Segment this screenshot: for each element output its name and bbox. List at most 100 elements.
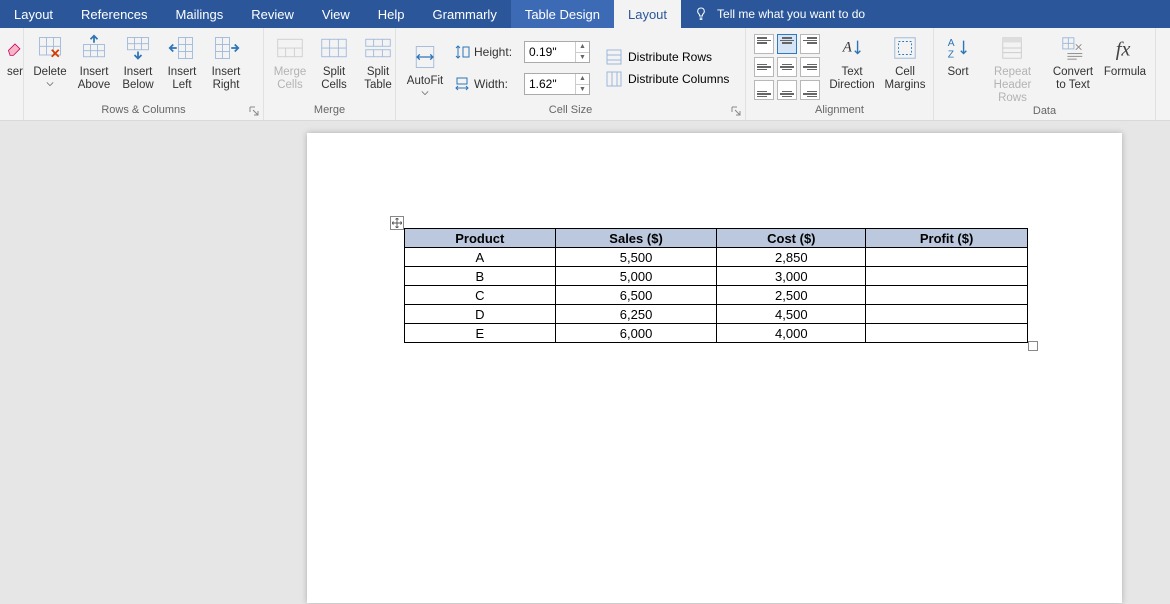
chevron-down-icon: [421, 90, 429, 96]
insert-right-button[interactable]: Insert Right: [204, 32, 248, 92]
autofit-label: AutoFit: [407, 75, 443, 88]
sort-button[interactable]: AZ Sort: [938, 32, 978, 79]
table-resize-handle[interactable]: [1028, 341, 1038, 351]
tab-layout-page[interactable]: Layout: [0, 0, 67, 28]
col-cost[interactable]: Cost ($): [717, 229, 866, 248]
tab-review[interactable]: Review: [237, 0, 308, 28]
insert-above-button[interactable]: Insert Above: [72, 32, 116, 92]
dialog-launcher-icon[interactable]: [249, 106, 259, 116]
repeat-header-rows-icon: [997, 32, 1029, 64]
formula-icon: fx: [1109, 32, 1141, 64]
insert-left-button[interactable]: Insert Left: [160, 32, 204, 92]
align-top-center[interactable]: [777, 34, 797, 54]
autofit-icon: [409, 41, 441, 73]
insert-below-button[interactable]: Insert Below: [116, 32, 160, 92]
cell-sales[interactable]: 6,500: [555, 286, 717, 305]
tab-references[interactable]: References: [67, 0, 161, 28]
align-bottom-left[interactable]: [754, 80, 774, 100]
cell-product[interactable]: E: [405, 324, 556, 343]
cell-sales[interactable]: 6,250: [555, 305, 717, 324]
cell-cost[interactable]: 2,850: [717, 248, 866, 267]
cell-product[interactable]: D: [405, 305, 556, 324]
text-direction-button[interactable]: A Text Direction: [824, 32, 880, 92]
text-direction-label: Text Direction: [829, 66, 874, 92]
split-table-button[interactable]: Split Table: [356, 32, 400, 92]
svg-text:A: A: [948, 38, 955, 49]
cell-sales[interactable]: 5,500: [555, 248, 717, 267]
page: [307, 133, 1122, 603]
width-input[interactable]: ▲▼: [524, 73, 590, 95]
split-cells-icon: [318, 32, 350, 64]
tab-grammarly[interactable]: Grammarly: [419, 0, 511, 28]
tab-table-design[interactable]: Table Design: [511, 0, 614, 28]
cell-cost[interactable]: 4,500: [717, 305, 866, 324]
align-bottom-right[interactable]: [800, 80, 820, 100]
tab-view[interactable]: View: [308, 0, 364, 28]
width-spin-down[interactable]: ▼: [576, 85, 589, 95]
split-cells-button[interactable]: Split Cells: [312, 32, 356, 92]
cell-profit[interactable]: [866, 267, 1028, 286]
cell-profit[interactable]: [866, 248, 1028, 267]
cell-profit[interactable]: [866, 305, 1028, 324]
cell-sales[interactable]: 6,000: [555, 324, 717, 343]
height-spin-down[interactable]: ▼: [576, 53, 589, 63]
align-center-right[interactable]: [800, 57, 820, 77]
align-center-left[interactable]: [754, 57, 774, 77]
merge-cells-button: Merge Cells: [268, 32, 312, 92]
align-top-left[interactable]: [754, 34, 774, 54]
distribute-columns-label: Distribute Columns: [628, 72, 729, 86]
rows-columns-group-label: Rows & Columns: [101, 104, 185, 116]
align-bottom-center[interactable]: [777, 80, 797, 100]
cell-product[interactable]: A: [405, 248, 556, 267]
align-top-right[interactable]: [800, 34, 820, 54]
data-table[interactable]: Product Sales ($) Cost ($) Profit ($) A …: [404, 228, 1028, 343]
cell-product[interactable]: C: [405, 286, 556, 305]
cell-sales[interactable]: 5,000: [555, 267, 717, 286]
dialog-launcher-icon[interactable]: [731, 106, 741, 116]
eraser-label: ser: [7, 66, 23, 79]
tab-help[interactable]: Help: [364, 0, 419, 28]
sort-icon: AZ: [942, 32, 974, 64]
height-field[interactable]: [525, 42, 575, 62]
insert-above-icon: [78, 32, 110, 64]
distribute-rows-label: Distribute Rows: [628, 50, 712, 64]
tab-mailings[interactable]: Mailings: [162, 0, 238, 28]
tell-me-search[interactable]: Tell me what you want to do: [681, 0, 877, 28]
height-input[interactable]: ▲▼: [524, 41, 590, 63]
height-spin-up[interactable]: ▲: [576, 42, 589, 53]
split-table-icon: [362, 32, 394, 64]
tab-table-layout[interactable]: Layout: [614, 0, 681, 28]
svg-text:fx: fx: [1116, 38, 1131, 60]
cell-size-group-label: Cell Size: [549, 104, 592, 116]
table-row[interactable]: C 6,500 2,500: [405, 286, 1028, 305]
cell-margins-button[interactable]: Cell Margins: [880, 32, 930, 92]
table-header-row[interactable]: Product Sales ($) Cost ($) Profit ($): [405, 229, 1028, 248]
table-move-handle[interactable]: [390, 216, 404, 230]
table-row[interactable]: D 6,250 4,500: [405, 305, 1028, 324]
table-row[interactable]: E 6,000 4,000: [405, 324, 1028, 343]
table-row[interactable]: B 5,000 3,000: [405, 267, 1028, 286]
ribbon: ser Delete Insert Above: [0, 28, 1170, 121]
delete-button[interactable]: Delete: [28, 32, 72, 87]
convert-to-text-button[interactable]: Convert to Text: [1047, 32, 1099, 92]
distribute-columns-button[interactable]: Distribute Columns: [598, 69, 737, 89]
convert-to-text-label: Convert to Text: [1053, 66, 1093, 92]
width-spin-up[interactable]: ▲: [576, 74, 589, 85]
col-sales[interactable]: Sales ($): [555, 229, 717, 248]
cell-cost[interactable]: 4,000: [717, 324, 866, 343]
autofit-button[interactable]: AutoFit: [400, 41, 450, 96]
distribute-rows-button[interactable]: Distribute Rows: [598, 47, 737, 67]
distribute-columns-icon: [606, 71, 622, 87]
eraser-button[interactable]: ser: [4, 32, 26, 79]
cell-profit[interactable]: [866, 324, 1028, 343]
table-row[interactable]: A 5,500 2,850: [405, 248, 1028, 267]
formula-button[interactable]: fx Formula: [1099, 32, 1151, 79]
col-profit[interactable]: Profit ($): [866, 229, 1028, 248]
col-product[interactable]: Product: [405, 229, 556, 248]
width-field[interactable]: [525, 74, 575, 94]
align-center-center[interactable]: [777, 57, 797, 77]
cell-cost[interactable]: 2,500: [717, 286, 866, 305]
cell-profit[interactable]: [866, 286, 1028, 305]
cell-cost[interactable]: 3,000: [717, 267, 866, 286]
cell-product[interactable]: B: [405, 267, 556, 286]
